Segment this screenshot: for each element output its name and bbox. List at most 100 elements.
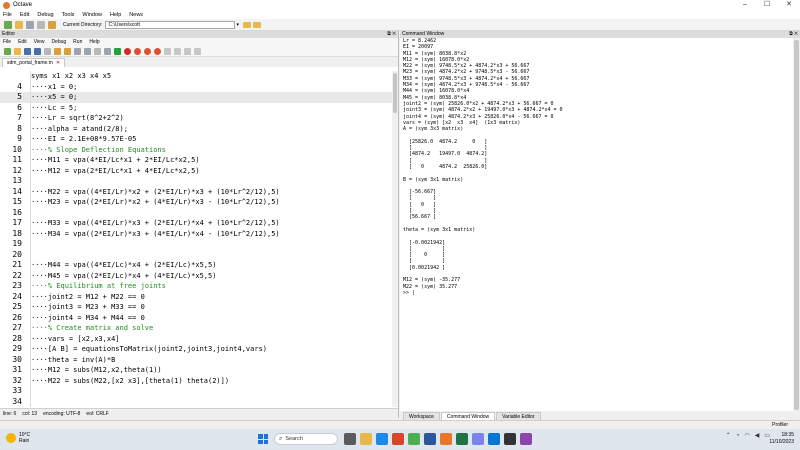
code-line[interactable]: 16 (0, 208, 398, 219)
code-line[interactable]: 8 ····alpha = atand(2/8); (0, 124, 398, 135)
open-file-icon[interactable] (14, 47, 21, 55)
volume-icon[interactable]: ◀ (755, 432, 760, 439)
breakpoint-icon[interactable] (124, 47, 131, 55)
editor-menu-help[interactable]: Help (89, 39, 99, 45)
undo-icon[interactable] (48, 20, 56, 29)
minimize-button[interactable]: – (734, 0, 756, 10)
chevron-up-icon[interactable]: ⌃ (726, 432, 731, 439)
menu-edit[interactable]: Edit (20, 12, 29, 18)
code-line[interactable]: 23 ····% Equilibrium at free joints (0, 281, 398, 292)
open-folder-icon[interactable] (15, 20, 23, 29)
stop-debug-icon[interactable] (194, 47, 201, 55)
command-window-output[interactable]: Lr = 8.2462 EI = 20097 M11 = (sym) 8038.… (400, 38, 792, 411)
editor-menu-debug[interactable]: Debug (51, 39, 66, 45)
step-in-icon[interactable] (174, 47, 181, 55)
editor-scrollbar[interactable] (392, 71, 398, 407)
code-line[interactable]: 19 (0, 239, 398, 250)
code-line[interactable]: 28 ····vars = [x2,x3,x4] (0, 334, 398, 345)
weather-widget[interactable]: 10°C Rain (6, 432, 30, 444)
cut-icon[interactable] (74, 47, 81, 55)
edge-icon[interactable] (376, 433, 388, 445)
code-line[interactable]: 25 ····joint3 = M23 + M33 == 0 (0, 302, 398, 313)
code-line[interactable]: 4 ····x1 = 0; (0, 82, 398, 93)
code-line[interactable]: 22 ····M45 = vpa((2*EI/Lc)*x4 + (4*EI/Lc)… (0, 271, 398, 282)
code-line[interactable]: 34 (0, 397, 398, 408)
code-line[interactable]: 12 ····M12 = vpa(2*EI/Lc*x1 + 4*EI/Lc*x2,… (0, 166, 398, 177)
code-line[interactable]: 30 ····theta = inv(A)*B (0, 355, 398, 366)
teams-icon[interactable] (472, 433, 484, 445)
find-icon[interactable] (104, 47, 111, 55)
file-explorer-icon[interactable] (360, 433, 372, 445)
code-line[interactable]: syms x1 x2 x3 x4 x5 (0, 71, 398, 82)
undock-close-icon[interactable]: ⧉ ✕ (789, 31, 798, 38)
paste-icon[interactable] (94, 47, 101, 55)
tab-workspace[interactable]: Workspace (403, 412, 440, 420)
code-line[interactable]: 11 ····M11 = vpa(4*EI/Lc*x1 + 2*EI/Lc*x2,… (0, 155, 398, 166)
menu-window[interactable]: Window (82, 12, 102, 18)
code-editor[interactable]: syms x1 x2 x3 x4 x5 4 ····x1 = 0; 5 ····x5 … (0, 71, 398, 407)
taskbar-search[interactable]: ⌕ Search (274, 433, 338, 445)
terminal-icon[interactable] (504, 433, 516, 445)
chrome-icon[interactable] (408, 433, 420, 445)
octave-taskbar-icon[interactable] (440, 433, 452, 445)
menu-help[interactable]: Help (110, 12, 121, 18)
copy-icon[interactable] (26, 20, 34, 29)
code-line[interactable]: 31 ····M12 = subs(M12,x2,theta(1)) (0, 365, 398, 376)
code-line[interactable]: 26 ····joint4 = M34 + M44 == 0 (0, 313, 398, 324)
maximize-button[interactable]: ☐ (756, 0, 778, 10)
windows-start-icon[interactable] (258, 434, 268, 444)
undo-icon[interactable] (54, 47, 61, 55)
next-breakpoint-icon[interactable] (134, 47, 141, 55)
editor-menu-run[interactable]: Run (73, 39, 82, 45)
code-line[interactable]: 5 ····x5 = 0; (0, 92, 398, 103)
code-line[interactable]: 6 ····Lc = 5; (0, 103, 398, 114)
code-line[interactable]: 33 (0, 386, 398, 397)
code-line[interactable]: 24 ····joint2 = M12 + M22 == 0 (0, 292, 398, 303)
browse-folder-icon[interactable] (243, 21, 252, 28)
continue-icon[interactable] (184, 47, 191, 55)
network-icon[interactable]: ◔ (736, 433, 740, 439)
close-tab-icon[interactable]: ✕ (56, 59, 60, 67)
excel-icon[interactable] (456, 433, 468, 445)
code-line[interactable]: 13 (0, 176, 398, 187)
code-line[interactable]: 18 ····M34 = vpa((2*EI/Lr)*x3 + (4*EI/Lr)… (0, 229, 398, 240)
code-line[interactable]: 7 ····Lr = sqrt(8^2+2^2) (0, 113, 398, 124)
word-icon[interactable] (424, 433, 436, 445)
chevron-down-icon[interactable]: ▾ (236, 21, 241, 29)
editor-menu-edit[interactable]: Edit (18, 39, 27, 45)
copy-icon[interactable] (84, 47, 91, 55)
code-line[interactable]: 27 ····% Create matrix and solve (0, 323, 398, 334)
menu-news[interactable]: News (129, 12, 143, 18)
parent-folder-icon[interactable] (253, 21, 262, 28)
editor-menu-file[interactable]: File (3, 39, 11, 45)
run-icon[interactable] (114, 47, 121, 55)
onenote-icon[interactable] (520, 433, 532, 445)
print-icon[interactable] (44, 47, 51, 55)
new-file-icon[interactable] (4, 47, 11, 55)
taskbar-clock[interactable]: 18:35 11/10/2023 (769, 432, 794, 446)
close-button[interactable]: ✕ (778, 0, 800, 10)
file-tab[interactable]: sdm_portal_frame.m ✕ (2, 58, 66, 67)
editor-menu-view[interactable]: View (34, 39, 45, 45)
paste-icon[interactable] (37, 20, 45, 29)
command-window-scrollbar[interactable] (793, 38, 800, 411)
save-as-icon[interactable] (34, 47, 41, 55)
code-line[interactable]: 32 ····M22 = subs(M22,[x2 x3],[theta(1) t… (0, 376, 398, 387)
tab-command-window[interactable]: Command Window (440, 412, 496, 420)
menu-tools[interactable]: Tools (62, 12, 75, 18)
tab-variable-editor[interactable]: Variable Editor (496, 412, 541, 420)
code-line[interactable]: 17 ····M33 = vpa((4*EI/Lr)*x3 + (2*EI/Lr)… (0, 218, 398, 229)
previous-breakpoint-icon[interactable] (144, 47, 151, 55)
current-directory-input[interactable]: C:\Users\scott (105, 20, 236, 29)
code-line[interactable]: 14 ····M22 = vpa((4*EI/Lr)*x2 + (2*EI/Lr)… (0, 187, 398, 198)
code-line[interactable]: 29 ····[A B] = equationsToMatrix(joint2,j… (0, 344, 398, 355)
menu-file[interactable]: File (3, 12, 12, 18)
code-line[interactable]: 10 ····% Slope Deflection Equations (0, 145, 398, 156)
code-line[interactable]: 15 ····M23 = vpa((2*EI/Lr)*x2 + (4*EI/Lr)… (0, 197, 398, 208)
step-icon[interactable] (164, 47, 171, 55)
office-icon[interactable] (392, 433, 404, 445)
task-view-icon[interactable] (344, 433, 356, 445)
new-script-icon[interactable] (4, 20, 12, 29)
code-line[interactable]: 21 ····M44 = vpa((4*EI/Lc)*x4 + (2*EI/Lc)… (0, 260, 398, 271)
outlook-icon[interactable] (488, 433, 500, 445)
